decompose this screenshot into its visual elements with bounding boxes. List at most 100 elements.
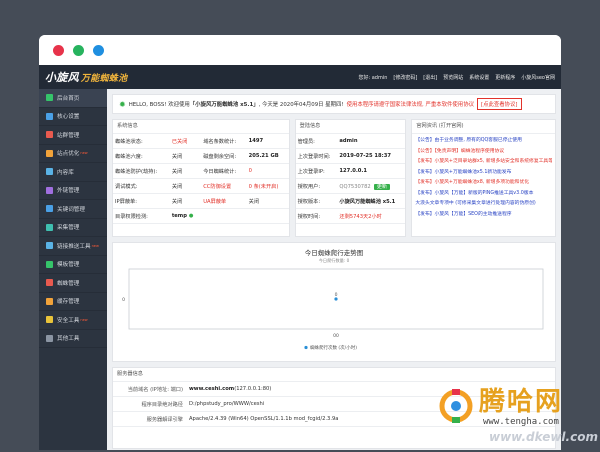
top-bar: 小旋风 万能蜘蛛池 您好: admin [修改密码] [退出] 预览网站 系统设置… xyxy=(39,65,561,89)
legend-label[interactable]: 蜘蛛爬行次数 (次/小时) xyxy=(310,344,357,351)
table-row: 授权时间: 还剩5743天2小时 xyxy=(295,208,406,224)
sidebar-item-label: 蜘蛛管理 xyxy=(57,280,80,287)
site-group-icon xyxy=(46,131,53,139)
sidebar-item-5[interactable]: 外链管理 xyxy=(39,182,107,200)
sidebar: 后台首页 核心设置 站群管理 站点优化 new 内容库外链管理关键词管理采集管理 链接推送工… xyxy=(39,89,107,450)
table-cell[interactable]: 0 条(未开启) xyxy=(246,178,289,194)
table-cell[interactable]: 关闭 xyxy=(246,193,289,209)
table-cell[interactable]: 0 xyxy=(246,163,289,179)
server-value: www.ceshi.com xyxy=(189,386,235,392)
news-item[interactable]: 【发布】小旋风【万能】SEO的主动推送程序 xyxy=(415,210,552,221)
news-item[interactable]: 【发布】小旋风【万能】新版的PING推送工具v3.0版本 xyxy=(415,189,552,200)
watermark-url1: www.tengha.com xyxy=(483,417,559,427)
table-cell[interactable]: 205.21 GB xyxy=(246,148,289,164)
table-cell: 域名条数统计: xyxy=(201,134,247,149)
table-row: 目录权限检测: temp ● xyxy=(113,208,289,224)
notice-hello: HELLO, BOSS! 欢迎使用 xyxy=(128,102,190,108)
x-tick-label: 00 xyxy=(333,333,339,339)
login-info-panel: 登陆信息 管理员: admin 上次登录时间: 2019-07-25 18:37 上次登… xyxy=(294,119,407,237)
view-agreement-link[interactable]: [点此查看协议] xyxy=(476,98,522,110)
tools-icon xyxy=(46,334,53,342)
news-item[interactable]: 大浪头文章专项中 (可修采集文章进行处理内容的伪原创) xyxy=(415,199,552,210)
sidebar-item-7[interactable]: 采集管理 xyxy=(39,219,107,237)
table-cell[interactable]: 关闭 xyxy=(169,178,202,194)
sidebar-item-12[interactable]: 安全工具 new xyxy=(39,311,107,330)
sidebar-item-4[interactable]: 内容库 xyxy=(39,163,107,182)
sidebar-item-10[interactable]: 蜘蛛管理 xyxy=(39,274,107,293)
news-item[interactable]: 【公告】由于业务调整, 原有的QQ客服已停止使用 xyxy=(415,136,552,147)
table-row: 管理员: admin xyxy=(295,134,406,149)
system-info-panel: 系统信息 蜘蛛池状态: 已关闭 域名条数统计: 1497 蜘蛛池六度: 关闭 磁盘剩余空间:… xyxy=(112,119,290,237)
table-cell: 授权版本: xyxy=(295,193,338,209)
chart-title: 今日蜘蛛爬行走势图 xyxy=(304,249,364,257)
sidebar-item-label: 内容库 xyxy=(57,169,74,176)
sidebar-item-label: 外链管理 xyxy=(57,188,80,195)
shield-icon xyxy=(46,316,53,324)
sidebar-item-11[interactable]: 缓存管理 xyxy=(39,293,107,311)
info-panels: 系统信息 蜘蛛池状态: 已关闭 域名条数统计: 1497 蜘蛛池六度: 关闭 磁盘剩余空间:… xyxy=(112,119,557,237)
sidebar-item-6[interactable]: 关键词管理 xyxy=(39,200,107,219)
sidebar-item-2[interactable]: 站群管理 xyxy=(39,126,107,145)
chart-plot: 0000蜘蛛爬行次数 (次/小时) xyxy=(122,268,544,351)
sun-icon: ✹ xyxy=(119,99,126,109)
table-cell[interactable] xyxy=(246,208,289,224)
new-tag: new xyxy=(80,317,88,322)
server-key: 服务器解译引擎 xyxy=(146,416,183,423)
sidebar-item-3[interactable]: 站点优化 new xyxy=(39,145,107,163)
template-icon xyxy=(46,260,53,268)
update-program-link[interactable]: 更新程序 xyxy=(495,74,515,81)
keyword-icon xyxy=(46,205,53,213)
y-tick-label: 0 xyxy=(122,297,125,303)
preview-site-link[interactable]: 预览网站 xyxy=(443,74,463,81)
welcome-notice: ✹ HELLO, BOSS! 欢迎使用 「小旋风万能蜘蛛池 x5.1」 , 今天… xyxy=(112,94,556,114)
news-item[interactable]: 【发布】小旋风+万能蜘蛛池x5.1新功能发布 xyxy=(415,168,552,179)
notice-date: , 今天是 2020年04月09日 星期四! xyxy=(258,102,344,108)
logo-main: 小旋风 xyxy=(45,71,79,84)
table-cell: 蜘蛛池六度: xyxy=(113,148,170,164)
table-cell[interactable]: 关闭 xyxy=(169,163,202,179)
news-title[interactable]: 官网资讯 (打开官网) xyxy=(412,120,556,134)
check-icon: ● xyxy=(186,213,194,219)
system-settings-link[interactable]: 系统设置 xyxy=(469,74,489,81)
watermark: 腾哈网 www.tengha.com www.dkewl.com xyxy=(439,373,600,450)
logo[interactable]: 小旋风 万能蜘蛛池 xyxy=(45,69,127,85)
spider-trend-chart: 今日蜘蛛爬行走势图 今日爬行数量: 0 0 00 0 蜘蛛爬行次数 (次/小时) xyxy=(112,242,556,362)
notice-product: 「小旋风万能蜘蛛池 x5.1」 xyxy=(189,102,259,108)
news-item[interactable]: 【公告】【免责声明】蜘蛛池程序使用协议 xyxy=(415,147,552,158)
content-icon xyxy=(46,168,53,176)
table-cell: 上次登录IP: xyxy=(295,163,338,179)
table-cell: 调试模式: xyxy=(113,178,170,194)
table-cell: UA屏蔽单 xyxy=(201,193,247,209)
maximize-dot[interactable] xyxy=(93,44,104,56)
table-row: 授权用户: QQ7530782 更新 xyxy=(295,178,406,194)
sidebar-item-13[interactable]: 其他工具 xyxy=(39,330,107,348)
sidebar-item-8[interactable]: 链接推送工具 new xyxy=(39,237,107,256)
sidebar-item-1[interactable]: 核心设置 xyxy=(39,108,107,126)
sidebar-item-9[interactable]: 模板管理 xyxy=(39,256,107,274)
news-item[interactable]: 【发布】小旋风+万能蜘蛛池x8, 新增多项功能和优化 xyxy=(415,178,552,189)
chart-subtitle: 今日爬行数量: 0 xyxy=(318,258,350,263)
table-cell: 还剩5743天2小时 xyxy=(337,208,406,224)
sidebar-item-label: 缓存管理 xyxy=(57,299,80,306)
logout-link[interactable]: [退出] xyxy=(423,74,437,81)
sidebar-item-label: 模板管理 xyxy=(57,262,80,269)
official-site-link[interactable]: 小旋风seo官网 xyxy=(521,74,555,81)
close-dot[interactable] xyxy=(53,44,64,56)
table-cell[interactable]: 已关闭 xyxy=(169,134,202,149)
update-button[interactable]: 更新 xyxy=(373,183,391,190)
system-info-table: 蜘蛛池状态: 已关闭 域名条数统计: 1497 蜘蛛池六度: 关闭 磁盘剩余空间: 205.2… xyxy=(113,134,289,224)
table-cell: 授权用户: xyxy=(295,178,338,194)
sidebar-item-label: 关键词管理 xyxy=(57,206,85,213)
table-cell: 蜘蛛池防护(劫持): xyxy=(113,163,170,179)
table-cell[interactable]: 关闭 xyxy=(169,148,202,164)
news-item[interactable]: 【发布】小旋风+泛目录站群x5, 新增多站安全和系统修复工具等 xyxy=(415,157,552,168)
change-password-link[interactable]: [修改密码] xyxy=(393,74,417,81)
table-cell[interactable]: 关闭 xyxy=(169,193,202,209)
table-cell[interactable]: 1497 xyxy=(246,134,289,149)
table-cell[interactable]: temp ● xyxy=(169,208,202,224)
greeting: 您好: admin xyxy=(358,74,388,81)
sidebar-item-0[interactable]: 后台首页 xyxy=(39,89,107,108)
login-info-title: 登陆信息 xyxy=(295,120,406,134)
home-icon xyxy=(46,94,53,102)
minimize-dot[interactable] xyxy=(73,44,84,56)
